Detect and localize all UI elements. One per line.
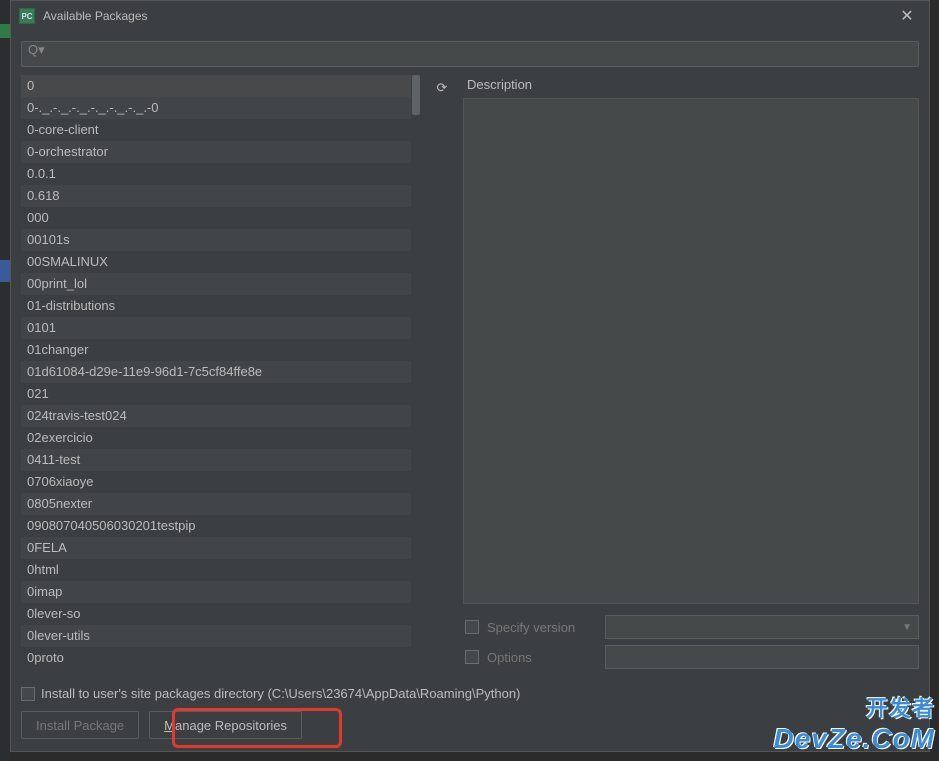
- install-to-user-label: Install to user's site packages director…: [41, 686, 520, 701]
- scroll-thumb[interactable]: [412, 75, 420, 115]
- package-item[interactable]: 0lever-utils: [21, 625, 411, 647]
- specify-version-row: Specify version ▼: [463, 612, 919, 642]
- package-item[interactable]: 0imap: [21, 581, 411, 603]
- refresh-icon[interactable]: ⟳: [430, 77, 454, 99]
- specify-version-label: Specify version: [487, 620, 597, 635]
- gutter-mark-green: [0, 24, 10, 38]
- package-item[interactable]: 00SMALINUX: [21, 251, 411, 273]
- package-item[interactable]: 01changer: [21, 339, 411, 361]
- refresh-column: ⟳: [427, 75, 457, 672]
- package-item[interactable]: 01-distributions: [21, 295, 411, 317]
- manage-repositories-label: Manage Repositories: [164, 718, 287, 733]
- dialog-title: Available Packages: [43, 9, 148, 23]
- options-input[interactable]: [605, 645, 919, 669]
- package-item[interactable]: 021: [21, 383, 411, 405]
- package-item[interactable]: 0FELA: [21, 537, 411, 559]
- gutter-mark-blue: [0, 260, 10, 282]
- package-item[interactable]: 0706xiaoye: [21, 471, 411, 493]
- package-item[interactable]: 0.0.1: [21, 163, 411, 185]
- package-item[interactable]: 0-orchestrator: [21, 141, 411, 163]
- close-icon[interactable]: ✕: [893, 6, 921, 26]
- description-label: Description: [463, 75, 919, 98]
- package-item[interactable]: 024travis-test024: [21, 405, 411, 427]
- package-item[interactable]: 01d61084-d29e-11e9-96d1-7c5cf84ffe8e: [21, 361, 411, 383]
- options-checkbox[interactable]: [465, 650, 479, 664]
- search-row: Q▾: [11, 31, 929, 75]
- package-item[interactable]: 0-._.-._.-._.-._.-._.-._.-0: [21, 97, 411, 119]
- package-item[interactable]: 0-core-client: [21, 119, 411, 141]
- package-item[interactable]: 090807040506030201testpip: [21, 515, 411, 537]
- main-area: 00-._.-._.-._.-._.-._.-._.-00-core-clien…: [11, 75, 929, 680]
- specify-version-checkbox[interactable]: [465, 620, 479, 634]
- package-item[interactable]: 0101: [21, 317, 411, 339]
- package-item[interactable]: 0805nexter: [21, 493, 411, 515]
- package-item[interactable]: 00101s: [21, 229, 411, 251]
- search-input[interactable]: Q▾: [21, 41, 919, 67]
- specify-version-combo[interactable]: ▼: [605, 615, 919, 639]
- footer-buttons: Install Package Manage Repositories: [21, 711, 919, 739]
- options-label: Options: [487, 650, 597, 665]
- package-item[interactable]: 0html: [21, 559, 411, 581]
- install-to-user-checkbox[interactable]: [21, 687, 35, 701]
- ide-gutter: [0, 0, 10, 761]
- pycharm-icon: PC: [19, 8, 35, 24]
- available-packages-dialog: PC Available Packages ✕ Q▾ 00-._.-._.-._…: [10, 0, 930, 752]
- chevron-down-icon: ▼: [902, 622, 912, 633]
- package-list-wrap: 00-._.-._.-._.-._.-._.-._.-00-core-clien…: [21, 75, 421, 672]
- package-item[interactable]: 0: [21, 75, 411, 97]
- install-to-user-row: Install to user's site packages director…: [21, 686, 919, 701]
- package-item[interactable]: 00print_lol: [21, 273, 411, 295]
- manage-repositories-button[interactable]: Manage Repositories: [149, 711, 302, 739]
- details-column: Description Specify version ▼ Options: [463, 75, 919, 672]
- package-item[interactable]: 0.618: [21, 185, 411, 207]
- description-box: [463, 98, 919, 604]
- search-icon: Q▾: [28, 42, 45, 57]
- package-item[interactable]: 02exercicio: [21, 427, 411, 449]
- install-package-button[interactable]: Install Package: [21, 711, 139, 739]
- package-list[interactable]: 00-._.-._.-._.-._.-._.-._.-00-core-clien…: [21, 75, 411, 672]
- package-item[interactable]: 0411-test: [21, 449, 411, 471]
- package-item[interactable]: 0proto: [21, 647, 411, 669]
- package-item[interactable]: 0lever-so: [21, 603, 411, 625]
- package-scrollbar[interactable]: [411, 75, 421, 672]
- package-list-column: 00-._.-._.-._.-._.-._.-._.-00-core-clien…: [21, 75, 421, 672]
- titlebar: PC Available Packages ✕: [11, 1, 929, 31]
- package-item[interactable]: 000: [21, 207, 411, 229]
- footer: Install to user's site packages director…: [11, 680, 929, 751]
- options-row: Options: [463, 642, 919, 672]
